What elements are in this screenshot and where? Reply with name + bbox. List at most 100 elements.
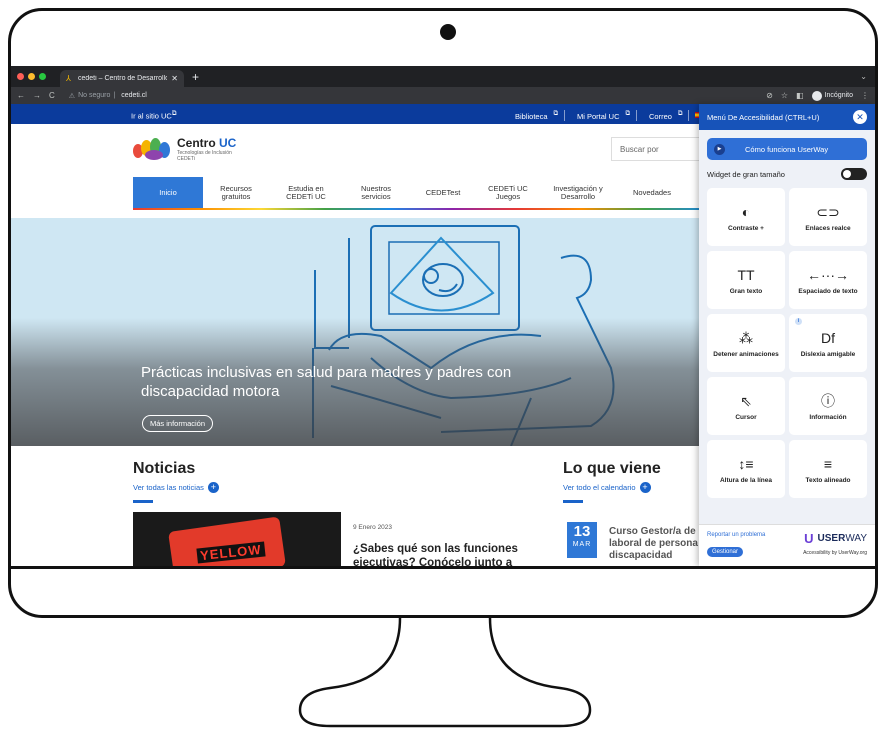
logo-figures-icon (131, 136, 173, 162)
contrast-tile[interactable]: ◐ Contraste + (707, 188, 785, 246)
close-tab-icon[interactable]: ✕ (171, 74, 178, 83)
upcoming-heading: Lo que viene (563, 460, 661, 477)
dyslexia-font-icon: Df (821, 329, 835, 346)
sidepanel-icon[interactable]: ◧ (796, 91, 804, 100)
browser-menu-icon[interactable]: ⋮ (861, 91, 869, 100)
nav-recursos[interactable]: Recursos gratuitos (203, 177, 269, 209)
cursor-tile[interactable]: ⇖ Cursor (707, 377, 785, 435)
search-input[interactable]: Buscar por (611, 137, 701, 161)
logo-accent: UC (219, 136, 237, 150)
nav-inicio[interactable]: Inicio (133, 177, 203, 209)
accessibility-panel-footer: Reportar un problema Gestionar U USER WAY… (699, 524, 875, 566)
hero-banner: Prácticas inclusivas en salud para madre… (11, 218, 701, 446)
cursor-icon: ⇖ (740, 392, 752, 409)
big-widget-toggle[interactable] (841, 168, 867, 180)
big-text-tile[interactable]: TT Gran texto (707, 251, 785, 309)
event-title[interactable]: Curso Gestor/a de laboral de persona dis… (609, 526, 701, 562)
topbar-link-biblioteca[interactable]: Biblioteca ⧉ (503, 110, 564, 121)
new-tab-button[interactable]: + (192, 70, 199, 84)
see-all-news-link[interactable]: Ver todas las noticias + (133, 482, 219, 493)
forward-icon[interactable]: → (33, 91, 41, 100)
see-calendar-link[interactable]: Ver todo el calendario + (563, 482, 651, 493)
topbar-link-correo[interactable]: Correo ⧉ (635, 110, 688, 121)
big-widget-row: Widget de gran tamaño (707, 168, 867, 180)
logo-title: Centro (177, 136, 216, 150)
browser-tabbar: ⅄ cedeti – Centro de Desarrollo d ✕ + ⌄ (11, 66, 875, 87)
nav-novedades[interactable]: Novedades (617, 177, 687, 209)
plus-circle-icon: + (207, 482, 219, 493)
bookmark-star-icon[interactable]: ☆ (781, 91, 788, 100)
screen: ⅄ cedeti – Centro de Desarrollo d ✕ + ⌄ … (11, 66, 875, 566)
contrast-icon: ◐ (741, 203, 751, 220)
incognito-label: Incógnito (824, 92, 853, 99)
spacing-arrows-icon: ←···→ (807, 266, 849, 283)
report-problem-link[interactable]: Reportar un problema (707, 532, 765, 538)
warning-icon: ⚠ (68, 92, 76, 100)
nav-cedetest[interactable]: CEDETest (409, 177, 477, 209)
incognito-button[interactable]: Incógnito (811, 90, 853, 101)
close-icon[interactable]: ✕ (853, 110, 867, 124)
site-logo[interactable]: Centro UC Tecnologías de Inclusión CEDET… (131, 136, 236, 162)
text-size-icon: TT (737, 266, 755, 283)
hero-more-info-button[interactable]: Más información (142, 415, 214, 432)
highlight-links-tile[interactable]: ⊂⊃ Enlaces realce (789, 188, 867, 246)
monitor-bezel-line (11, 566, 875, 569)
browser-address-bar: ← → C ⚠ No seguro | cedeti.cl ⊘ ☆ ◧ Incó… (11, 87, 875, 104)
not-secure-label: No seguro (78, 92, 111, 99)
event-day: 13 (573, 523, 591, 540)
big-widget-label: Widget de gran tamaño (707, 169, 785, 179)
news-image[interactable]: YELLOW (133, 512, 341, 566)
align-lines-icon: ≡ (823, 455, 833, 472)
link-icon: ⊂⊃ (816, 203, 840, 220)
userway-logo[interactable]: U USER WAY (804, 531, 867, 546)
uc-site-link[interactable]: Ir al sitio UC⧉ (131, 110, 176, 121)
eye-off-icon[interactable]: ⊘ (766, 91, 773, 100)
plus-circle-icon: + (639, 482, 651, 493)
line-height-tile[interactable]: ↕≡ Altura de la línea (707, 440, 785, 498)
upcoming-underline (563, 500, 583, 503)
favicon-icon: ⅄ (66, 73, 71, 83)
info-badge-icon: i (795, 318, 802, 325)
close-window-button[interactable] (17, 73, 24, 80)
spinner-icon: ⁂ (739, 329, 753, 346)
userway-u-icon: U (804, 531, 814, 546)
accessibility-by-text: Accessibility by UserWay.org (803, 550, 867, 556)
nav-estudia[interactable]: Estudia en CEDETi UC (269, 177, 343, 209)
maximize-window-button[interactable] (39, 73, 46, 80)
accessibility-tools-grid: ◐ Contraste + ⊂⊃ Enlaces realce TT Gran … (707, 188, 867, 498)
topbar-link-portal[interactable]: Mi Portal UC ⧉ (564, 110, 636, 121)
information-tile[interactable]: ⓘ Información (789, 377, 867, 435)
news-date: 9 Enero 2023 (353, 524, 393, 531)
how-userway-works-button[interactable]: ▶ Cómo funciona UserWay (707, 138, 867, 160)
logo-subtitle-2: CEDETi (177, 156, 195, 162)
text-spacing-tile[interactable]: ←···→ Espaciado de texto (789, 251, 867, 309)
webcam (440, 24, 456, 40)
hero-title: Prácticas inclusivas en salud para madre… (141, 364, 512, 400)
text-align-tile[interactable]: ≡ Texto alineado (789, 440, 867, 498)
nav-juegos[interactable]: CEDETi UC Juegos (477, 177, 539, 209)
url-text: cedeti.cl (121, 92, 147, 99)
info-icon: ⓘ (821, 392, 835, 409)
minimize-window-button[interactable] (28, 73, 35, 80)
news-section: Noticias Ver todas las noticias + YELLOW… (11, 446, 701, 566)
tab-search-chevron-icon[interactable]: ⌄ (860, 72, 867, 81)
news-title[interactable]: ¿Sabes qué son las funciones ejecutivas?… (353, 542, 543, 566)
browser-tab[interactable]: ⅄ cedeti – Centro de Desarrollo d ✕ (60, 70, 184, 87)
event-month: MAR (572, 541, 592, 548)
play-icon: ▶ (714, 143, 725, 155)
tab-title: cedeti – Centro de Desarrollo d (78, 75, 168, 82)
omnibox[interactable]: ⚠ No seguro | cedeti.cl (69, 92, 147, 100)
nav-servicios[interactable]: Nuestros servicios (343, 177, 409, 209)
stop-animations-tile[interactable]: ⁂ Detener animaciones (707, 314, 785, 372)
back-icon[interactable]: ← (17, 91, 25, 100)
line-height-icon: ↕≡ (738, 455, 754, 472)
manage-button[interactable]: Gestionar (707, 547, 744, 557)
news-heading: Noticias (133, 460, 196, 477)
dyslexia-tile[interactable]: i Df Dislexia amigable (789, 314, 867, 372)
incognito-icon (811, 90, 822, 101)
accessibility-panel-title: Menú De Accesibilidad (CTRL+U) (707, 112, 820, 122)
nav-investigacion[interactable]: Investigación y Desarrollo (539, 177, 617, 209)
news-underline (133, 500, 153, 503)
accessibility-panel: Menú De Accesibilidad (CTRL+U) ✕ ▶ Cómo … (699, 104, 875, 566)
reload-icon[interactable]: C (49, 91, 55, 100)
